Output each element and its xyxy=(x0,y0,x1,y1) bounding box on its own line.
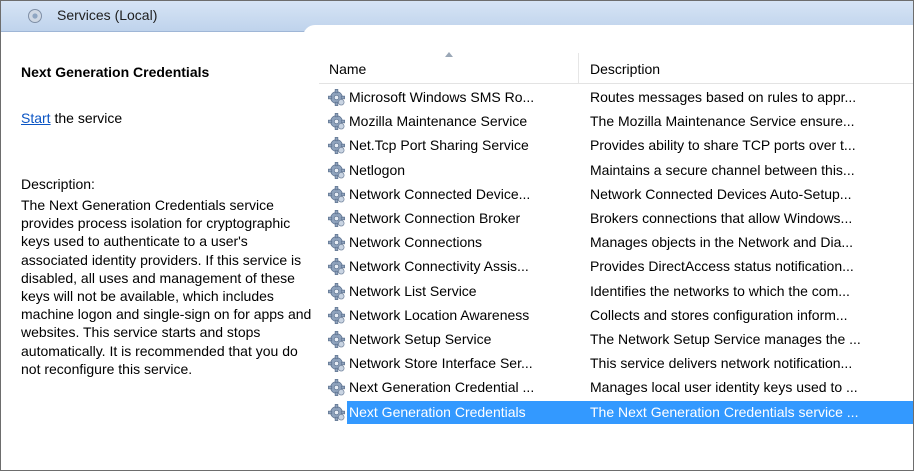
gear-icon xyxy=(327,306,346,325)
table-row[interactable]: Next Generation Credential ... Manages lo… xyxy=(319,376,913,399)
gear-icon xyxy=(327,257,346,276)
table-row[interactable]: Network Connected Device... Network Conne… xyxy=(319,183,913,206)
service-name-cell: Net.Tcp Port Sharing Service xyxy=(349,137,529,154)
service-description-cell: Manages objects in the Network and Dia..… xyxy=(590,234,854,251)
service-name-cell: Netlogon xyxy=(349,161,406,178)
service-name-cell: Network Store Interface Ser... xyxy=(349,355,533,372)
start-suffix: the service xyxy=(50,110,123,126)
gear-icon xyxy=(327,209,346,228)
table-row[interactable]: Network Setup Service The Network Setup S… xyxy=(319,328,913,351)
gear-icon xyxy=(327,88,346,107)
table-row[interactable]: Network Store Interface Ser... This servi… xyxy=(319,352,913,375)
services-list[interactable]: Name Description Microsoft Windows SMS R… xyxy=(319,52,913,470)
gear-icon xyxy=(327,161,346,180)
service-description-cell: The Mozilla Maintenance Service ensure..… xyxy=(590,113,855,130)
column-header-description[interactable]: Description xyxy=(579,53,913,83)
column-header-name[interactable]: Name xyxy=(319,52,579,83)
table-row-selected[interactable]: Next Generation Credentials The Next Gene… xyxy=(328,400,913,424)
table-row[interactable]: Network List Service Identifies the netwo… xyxy=(319,280,913,303)
gear-icon xyxy=(327,233,346,252)
service-description-cell: This service delivers network notificati… xyxy=(590,355,853,372)
table-row[interactable]: Microsoft Windows SMS Ro... Routes messag… xyxy=(319,86,913,109)
list-header: Name Description xyxy=(319,52,913,84)
service-description-cell: Manages local user identity keys used to… xyxy=(590,379,858,396)
gear-icon xyxy=(327,378,346,397)
gear-icon xyxy=(327,282,346,301)
service-name-cell: Network List Service xyxy=(349,282,477,299)
table-row[interactable]: Net.Tcp Port Sharing Service Provides abi… xyxy=(319,134,913,157)
table-row[interactable]: Network Connection Broker Brokers connect… xyxy=(319,207,913,230)
gear-icon xyxy=(327,354,346,373)
table-row[interactable]: Mozilla Maintenance Service The Mozilla M… xyxy=(319,110,913,133)
service-description-cell: Provides ability to share TCP ports over… xyxy=(590,137,856,154)
service-name-cell: Network Connectivity Assis... xyxy=(349,258,529,275)
service-name-cell: Next Generation Credentials xyxy=(349,403,526,420)
column-name-label: Name xyxy=(329,61,367,77)
sort-ascending-icon xyxy=(445,52,453,57)
detail-pane: Next Generation Credentials Start the se… xyxy=(1,32,319,470)
service-heading: Next Generation Credentials xyxy=(21,64,210,80)
table-row[interactable]: Network Connections Manages objects in th… xyxy=(319,231,913,254)
service-name-cell: Network Connection Broker xyxy=(349,210,521,226)
gear-icon xyxy=(28,9,42,23)
service-description-cell: Collects and stores configuration inform… xyxy=(590,306,848,323)
service-description-cell: Brokers connections that allow Windows..… xyxy=(590,210,853,226)
gear-icon xyxy=(327,330,346,349)
service-description-cell: Identifies the networks to which the com… xyxy=(590,282,850,299)
description-label: Description: xyxy=(21,176,95,192)
gear-icon xyxy=(327,403,346,422)
table-row[interactable]: Netlogon Maintains a secure channel betwe… xyxy=(319,159,913,182)
service-description-cell: Routes messages based on rules to appr..… xyxy=(590,89,857,105)
column-description-label: Description xyxy=(590,61,661,77)
service-description-cell: Provides DirectAccess status notificatio… xyxy=(590,258,854,275)
gear-icon xyxy=(327,136,346,155)
gear-icon xyxy=(327,185,346,204)
service-name-cell: Mozilla Maintenance Service xyxy=(349,113,528,130)
service-name-cell: Microsoft Windows SMS Ro... xyxy=(349,89,535,105)
gear-icon xyxy=(327,112,346,131)
pane-divider xyxy=(303,25,913,39)
service-name-cell: Network Setup Service xyxy=(349,331,492,347)
service-description-cell: The Network Setup Service manages the ..… xyxy=(590,331,861,347)
service-name-cell: Network Connections xyxy=(349,234,483,251)
service-name-cell: Network Location Awareness xyxy=(349,306,530,323)
start-line: Start the service xyxy=(21,110,122,126)
window-title: Services (Local) xyxy=(57,7,158,23)
table-row[interactable]: Network Location Awareness Collects and s… xyxy=(319,304,913,327)
service-description-cell: The Next Generation Credentials service … xyxy=(590,403,859,420)
table-row[interactable]: Network Connectivity Assis... Provides Di… xyxy=(319,255,913,278)
service-description-cell: Network Connected Devices Auto-Setup... xyxy=(590,185,852,202)
description-text: The Next Generation Credentials service … xyxy=(21,197,312,377)
service-name-cell: Network Connected Device... xyxy=(349,185,531,202)
service-name-cell: Next Generation Credential ... xyxy=(349,379,535,396)
start-link[interactable]: Start xyxy=(21,110,51,126)
service-description-cell: Maintains a secure channel between this.… xyxy=(590,161,855,178)
services-window: Services (Local) Next Generation Credent… xyxy=(0,0,914,471)
